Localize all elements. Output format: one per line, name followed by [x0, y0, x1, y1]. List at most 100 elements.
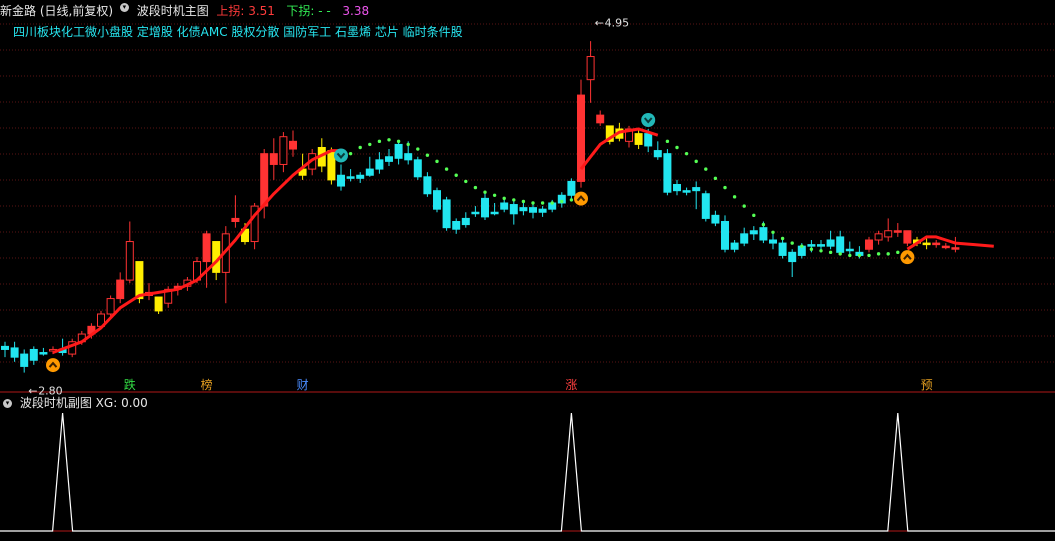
kline-chart[interactable]: ← 4.95← 2.80 跌榜财涨预	[0, 0, 1055, 537]
concept-tags[interactable]: 四川板块化工微小盘股 定增股 化债AMC 股权分散 国防军工 石墨烯 芯片 临时…	[13, 24, 463, 40]
trail-dot	[473, 185, 478, 190]
candle-body	[39, 352, 48, 355]
candle-body	[356, 174, 365, 179]
candle-body	[644, 133, 653, 147]
candle-body	[759, 227, 768, 241]
candle-body	[596, 114, 605, 124]
sub-indicator-name[interactable]: 波段时机副图	[20, 396, 92, 410]
candle-body	[461, 217, 470, 226]
high-price-label: 4.95	[605, 17, 630, 30]
candle-body	[951, 247, 960, 250]
candle-body	[519, 207, 528, 212]
main-indicator-name[interactable]: 波段时机主图	[137, 3, 209, 19]
candle-body	[269, 153, 278, 165]
candle-body	[1, 345, 9, 350]
upper-turn-label: 上拐:	[216, 4, 245, 18]
candle-body	[154, 296, 163, 312]
candle-body	[701, 193, 710, 219]
candle-body	[365, 168, 374, 176]
trail-dot	[464, 179, 468, 184]
trail-dot	[512, 198, 516, 202]
candle-body	[346, 176, 355, 179]
trail-dot	[819, 249, 823, 253]
sell-signal-icon	[641, 113, 656, 127]
event-marker[interactable]: 跌	[124, 377, 136, 392]
trail-dot	[838, 252, 842, 256]
lower-turn-value: - -	[318, 4, 331, 18]
trail-dot	[377, 139, 382, 144]
buy-signal-icon	[900, 250, 915, 265]
trail-dot	[502, 196, 506, 201]
stock-name[interactable]: 新金路	[0, 3, 36, 19]
high-price-arrow: ←	[595, 17, 604, 30]
candle-body	[279, 136, 288, 165]
candle-body	[337, 174, 345, 187]
candle-body	[260, 153, 269, 207]
trail-dot	[396, 139, 401, 144]
trail-dot	[348, 151, 353, 156]
period-label[interactable]: (日线,前复权)	[40, 3, 113, 19]
event-marker[interactable]: 预	[921, 378, 933, 392]
trail-dot	[406, 142, 410, 147]
trail-dot	[780, 236, 785, 241]
candle-body	[711, 214, 720, 224]
trail-dot	[492, 193, 497, 197]
candle-body	[394, 143, 403, 159]
candle-body	[845, 248, 854, 252]
trail-dot	[387, 138, 391, 142]
candle-body	[481, 197, 489, 218]
trail-dot	[684, 151, 689, 156]
candle-body	[778, 242, 787, 256]
candle-body	[893, 230, 902, 233]
candle-body	[903, 230, 912, 244]
candle-body	[442, 199, 451, 229]
trail-dot	[771, 230, 775, 234]
trail-dot	[675, 145, 679, 150]
candle-body	[730, 242, 739, 250]
event-marker[interactable]: 财	[297, 378, 309, 392]
trail-dot	[800, 244, 804, 248]
candle-body	[740, 233, 749, 244]
upper-turn-value: 3.51	[248, 4, 275, 18]
trail-dot	[723, 185, 727, 190]
candle-body	[769, 239, 777, 244]
candle-body	[529, 207, 537, 213]
candle-body	[413, 159, 422, 178]
candle-body	[567, 180, 576, 196]
candle-body	[423, 176, 432, 195]
candle-body	[586, 56, 595, 81]
trail-dot	[876, 252, 881, 256]
trail-dot	[665, 139, 670, 144]
trail-dot	[886, 252, 890, 256]
candle-body	[490, 211, 499, 215]
trail-dot	[809, 247, 814, 251]
event-marker[interactable]: 涨	[565, 377, 577, 392]
sub-indicator-toggle-icon[interactable]: ▾	[3, 399, 12, 408]
trail-dot	[742, 204, 746, 208]
candle-body	[106, 298, 115, 315]
trail-dot	[828, 250, 833, 255]
trail-dot	[521, 199, 526, 204]
candle-body	[865, 239, 873, 250]
candle-body	[673, 184, 681, 192]
trend-line	[52, 149, 341, 354]
candle-body	[202, 233, 211, 263]
candle-body	[682, 190, 691, 193]
trail-dot	[704, 167, 708, 171]
candle-body	[289, 140, 297, 150]
indicator-toggle-icon[interactable]: ▾	[119, 3, 129, 12]
candle-body	[663, 153, 672, 193]
event-marker[interactable]: 榜	[201, 377, 213, 392]
candle-body	[941, 245, 950, 249]
trail-dot	[732, 195, 737, 199]
trail-dot	[416, 147, 420, 151]
candle-body	[836, 236, 845, 253]
trail-dot	[368, 142, 372, 147]
candle-body	[653, 150, 662, 158]
trail-dot	[694, 159, 698, 164]
candle-body	[509, 204, 518, 215]
candle-body	[826, 239, 835, 247]
trail-dot	[483, 190, 487, 194]
buy-signal-icon	[574, 191, 588, 206]
candle-body	[538, 208, 547, 213]
